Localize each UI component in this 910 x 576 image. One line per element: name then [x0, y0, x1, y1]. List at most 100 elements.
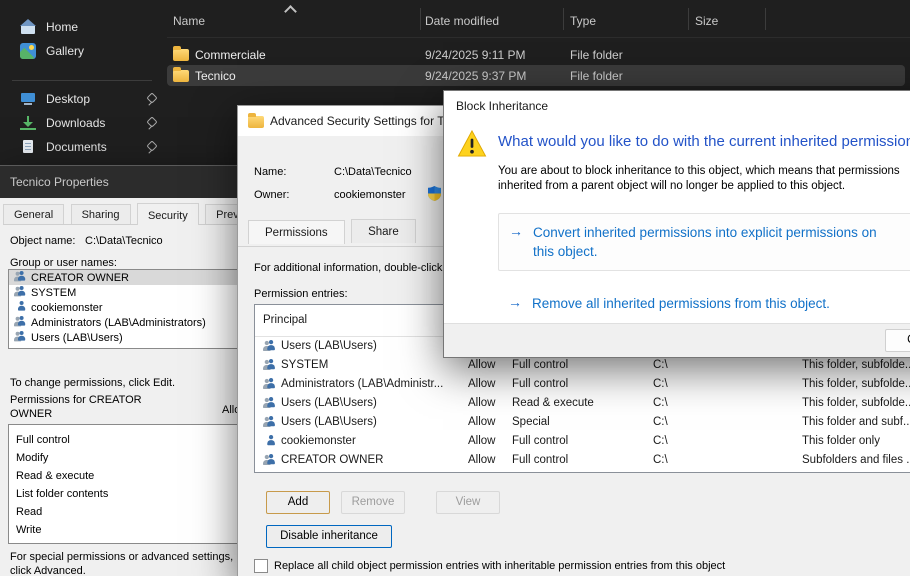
file-row[interactable]: Tecnico 9/24/2025 9:37 PM File folder — [167, 65, 905, 86]
group-user-name: Administrators (LAB\Administrators) — [31, 317, 206, 329]
entry-access: Full control — [512, 378, 568, 390]
properties-tab[interactable]: Sharing — [71, 204, 131, 224]
block-dialog-heading: What would you like to do with the curre… — [498, 133, 910, 150]
sidebar-item[interactable]: Downloads — [4, 111, 162, 135]
block-dialog-footer: Cancel — [444, 323, 910, 357]
permission-name: Write — [16, 524, 41, 536]
column-separator[interactable] — [765, 8, 766, 30]
entry-access: Full control — [512, 454, 568, 466]
permission-name: Full control — [16, 434, 70, 446]
entry-inherited-from: C:\ — [653, 416, 668, 428]
column-header-name[interactable]: Name — [173, 14, 205, 28]
sidebar-item[interactable]: Home — [4, 15, 162, 39]
group-icon — [263, 397, 277, 408]
permission-name: Read & execute — [16, 470, 94, 482]
block-warning-line1: You are about to block inheritance to th… — [498, 165, 900, 177]
sidebar-item[interactable]: Documents — [4, 135, 162, 159]
uac-shield-icon[interactable] — [428, 186, 441, 206]
command-link-text-line1: Remove all inherited permissions from th… — [532, 294, 910, 313]
warning-icon — [456, 129, 488, 163]
entry-inherited-from: C:\ — [653, 359, 668, 371]
add-button[interactable]: Add — [266, 491, 330, 514]
gallery-icon — [20, 43, 36, 59]
column-header-size[interactable]: Size — [695, 14, 718, 28]
name-label: Name: — [254, 166, 286, 178]
sort-ascending-icon — [284, 5, 297, 18]
header-divider — [167, 37, 910, 38]
remove-button[interactable]: Remove — [341, 491, 405, 514]
advanced-settings-hint-line2: click Advanced. — [10, 565, 86, 576]
desktop-screen: Name Date modified Type Size Commerciale… — [0, 0, 910, 576]
owner-value: cookiemonster — [334, 189, 406, 201]
permission-entry-row[interactable]: Administrators (LAB\Administr... Allow F… — [255, 375, 910, 394]
block-warning-line2: inherited from a parent object will no l… — [498, 180, 845, 192]
file-date-modified: 9/24/2025 9:11 PM — [425, 48, 526, 62]
group-user-name: cookiemonster — [31, 302, 103, 314]
cancel-button[interactable]: Cancel — [885, 329, 910, 352]
block-dialog-title: Block Inheritance — [444, 91, 910, 119]
entry-access: Read & execute — [512, 397, 594, 409]
advanced-tab-strip: Permissions Share — [248, 219, 418, 247]
block-inheritance-dialog: Block Inheritance What would you like to… — [443, 90, 910, 358]
advanced-tab[interactable]: Share — [351, 219, 416, 243]
principal-column-header[interactable]: Principal — [263, 314, 307, 326]
permission-entry-row[interactable]: Users (LAB\Users) Allow Read & execute C… — [255, 394, 910, 413]
edit-permissions-hint: To change permissions, click Edit. — [10, 377, 175, 389]
pin-icon — [146, 141, 158, 153]
user-icon — [263, 435, 277, 446]
file-type: File folder — [570, 69, 623, 83]
group-icon — [14, 316, 27, 326]
column-separator[interactable] — [420, 8, 421, 30]
properties-tab[interactable]: General — [3, 204, 64, 224]
view-button[interactable]: View — [436, 491, 500, 514]
permission-entry-row[interactable]: SYSTEM Allow Full control C:\ This folde… — [255, 356, 910, 375]
permission-name: Read — [16, 506, 42, 518]
sidebar-item-label: Desktop — [46, 92, 90, 106]
column-separator[interactable] — [563, 8, 564, 30]
sidebar-pinned-section: Desktop Downloads Documents — [4, 87, 162, 159]
entry-type: Allow — [468, 454, 495, 466]
entry-type: Allow — [468, 397, 495, 409]
permission-entry-row[interactable]: CREATOR OWNER Allow Full control C:\ Sub… — [255, 451, 910, 470]
permission-entries-label: Permission entries: — [254, 288, 348, 300]
group-icon — [14, 271, 27, 281]
sidebar-quick-section: Home Gallery — [4, 15, 162, 63]
entry-inherited-from: C:\ — [653, 397, 668, 409]
file-type: File folder — [570, 48, 623, 62]
documents-icon — [20, 139, 36, 155]
command-link-arrow-icon: → — [509, 223, 523, 239]
owner-label: Owner: — [254, 189, 289, 201]
entry-applies-to: Subfolders and files ... — [802, 454, 910, 466]
column-header-type[interactable]: Type — [570, 14, 596, 28]
entry-access: Full control — [512, 359, 568, 371]
column-header-date-modified[interactable]: Date modified — [425, 14, 499, 28]
sidebar-item[interactable]: Gallery — [4, 39, 162, 63]
disable-inheritance-button[interactable]: Disable inheritance — [266, 525, 392, 548]
sidebar-item[interactable]: Desktop — [4, 87, 162, 111]
permissions-for-label: Permissions for CREATOR OWNER — [10, 393, 175, 421]
entry-applies-to: This folder only — [802, 435, 910, 447]
group-icon — [263, 454, 277, 465]
advanced-tab[interactable]: Permissions — [248, 220, 345, 244]
advanced-settings-hint-line1: For special permissions or advanced sett… — [10, 551, 233, 563]
command-link[interactable]: → Remove all inherited permissions from … — [498, 285, 910, 322]
properties-tab[interactable]: Security — [137, 203, 199, 225]
file-row[interactable]: Commerciale 9/24/2025 9:11 PM File folde… — [167, 44, 905, 65]
replace-permissions-checkbox[interactable] — [254, 559, 268, 573]
entry-type: Allow — [468, 378, 495, 390]
permission-entry-row[interactable]: Users (LAB\Users) Allow Special C:\ This… — [255, 413, 910, 432]
desktop-icon — [20, 91, 36, 107]
sidebar-item-label: Home — [46, 20, 78, 34]
column-separator[interactable] — [688, 8, 689, 30]
user-icon — [14, 301, 27, 311]
sidebar-item-label: Documents — [46, 140, 107, 154]
entry-applies-to: This folder and subf... — [802, 416, 910, 428]
entry-inherited-from: C:\ — [653, 435, 668, 447]
folder-icon — [173, 49, 189, 61]
permission-entry-row[interactable]: cookiemonster Allow Full control C:\ Thi… — [255, 432, 910, 451]
downloads-icon — [20, 115, 36, 130]
group-or-user-names-label: Group or user names: — [10, 257, 117, 269]
entry-access: Full control — [512, 435, 568, 447]
command-link[interactable]: → Convert inherited permissions into exp… — [498, 213, 910, 271]
entry-applies-to: This folder, subfolde... — [802, 378, 910, 390]
